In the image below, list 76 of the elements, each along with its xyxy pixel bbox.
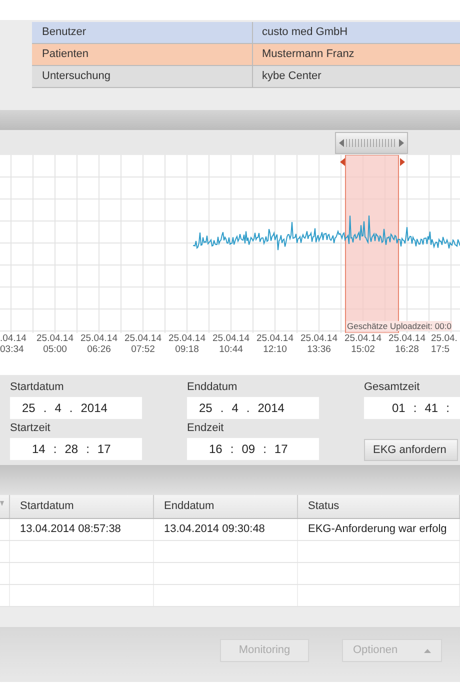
- column-header[interactable]: Status: [298, 495, 460, 518]
- axis-date-label: 25.04.14: [256, 333, 294, 344]
- axis-time-label: 12:10: [263, 344, 287, 355]
- field-label: Enddatum: [187, 380, 238, 394]
- info-value: kybe Center: [261, 69, 322, 84]
- table-cell-text: 13.04.2014 09:30:48: [164, 522, 265, 538]
- field-text: :: [230, 441, 234, 458]
- field-text: 2014: [80, 400, 108, 417]
- axis-time-label: 15:02: [351, 344, 375, 355]
- info-value: custo med GmbH: [261, 25, 348, 40]
- info-value: Mustermann Franz: [261, 47, 354, 62]
- field-text: .: [220, 400, 224, 417]
- column-header[interactable]: Startdatum: [10, 495, 154, 518]
- info-label: Untersuchung: [32, 66, 253, 87]
- input-field[interactable]: 01 : 41 :: [364, 397, 460, 419]
- scrollbar-thumb[interactable]: [335, 132, 408, 154]
- info-label: Patienten: [32, 44, 253, 65]
- axis-time-label: 13:36: [307, 344, 331, 355]
- field-text: 4: [232, 400, 238, 417]
- field-text: :: [53, 441, 57, 458]
- field-label: Startzeit: [10, 421, 52, 435]
- axis-time-label: 09:18: [175, 344, 199, 355]
- info-label: Benutzer: [32, 22, 253, 43]
- field-text: 01: [392, 400, 406, 417]
- table-cell-text: 13.04.2014 08:57:38: [20, 522, 121, 538]
- right-arrow-icon: [399, 139, 404, 147]
- field-label: Startdatum: [10, 380, 65, 394]
- sort-arrow-icon: [0, 501, 4, 506]
- axis-time-label: 06:26: [87, 344, 111, 355]
- grip-icon: [346, 139, 398, 147]
- field-text: 14: [32, 441, 46, 458]
- field-text: .: [69, 400, 73, 417]
- field-text: 4: [54, 400, 62, 417]
- axis-date-label: 25.04.: [431, 333, 458, 344]
- axis-date-label: .04.14: [0, 333, 26, 344]
- axis-date-label: 25.04.14: [80, 333, 118, 344]
- input-field[interactable]: 14 : 28 : 17: [10, 438, 142, 460]
- column-header[interactable]: Enddatum: [154, 495, 298, 518]
- upload-time-text: Geschätze Uploadzeit: 00:0: [346, 321, 452, 331]
- axis-time-label: 10:44: [219, 344, 243, 355]
- field-text: .: [43, 400, 47, 417]
- axis-date-label: 25.04.14: [168, 333, 206, 344]
- field-text: :: [413, 400, 417, 417]
- input-field[interactable]: 25 . 4 . 2014: [10, 397, 142, 419]
- field-text: 09: [242, 441, 256, 458]
- input-field[interactable]: 25 . 4 . 2014: [187, 397, 319, 419]
- axis-date-label: 25.04.14: [36, 333, 74, 344]
- axis-date-label: 25.04.14: [388, 333, 426, 344]
- field-text: :: [446, 400, 450, 417]
- table-cell-text: EKG-Anforderung war erfolg: [308, 522, 447, 538]
- field-text: 25: [199, 400, 212, 417]
- axis-date-label: 25.04.14: [212, 333, 250, 344]
- field-text: :: [263, 441, 266, 458]
- input-field[interactable]: 16 : 09 : 17: [187, 438, 319, 460]
- axis-time-label: 03:34: [0, 344, 24, 355]
- axis-time-label: 17:5: [431, 344, 450, 355]
- caret-up-icon: [424, 648, 431, 652]
- axis-time-label: 07:52: [131, 344, 155, 355]
- field-text: 28: [64, 441, 78, 458]
- field-label: Gesamtzeit: [364, 380, 421, 394]
- field-text: 25: [22, 400, 36, 417]
- axis-date-label: 25.04.14: [344, 333, 382, 344]
- field-text: 2014: [258, 400, 284, 417]
- axis-date-label: 25.04.14: [124, 333, 162, 344]
- field-label: Endzeit: [187, 421, 225, 435]
- field-text: 41: [424, 400, 438, 417]
- field-text: 16: [209, 441, 222, 458]
- axis-time-label: 05:00: [43, 344, 67, 355]
- field-text: :: [86, 441, 90, 458]
- field-text: .: [246, 400, 250, 417]
- left-arrow-icon: [339, 139, 344, 147]
- axis-date-label: 25.04.14: [300, 333, 338, 344]
- axis-time-label: 16:28: [395, 344, 419, 355]
- field-text: 17: [274, 441, 288, 458]
- request-ecg-button[interactable]: EKG anfordern: [364, 439, 458, 461]
- field-text: 17: [97, 441, 111, 458]
